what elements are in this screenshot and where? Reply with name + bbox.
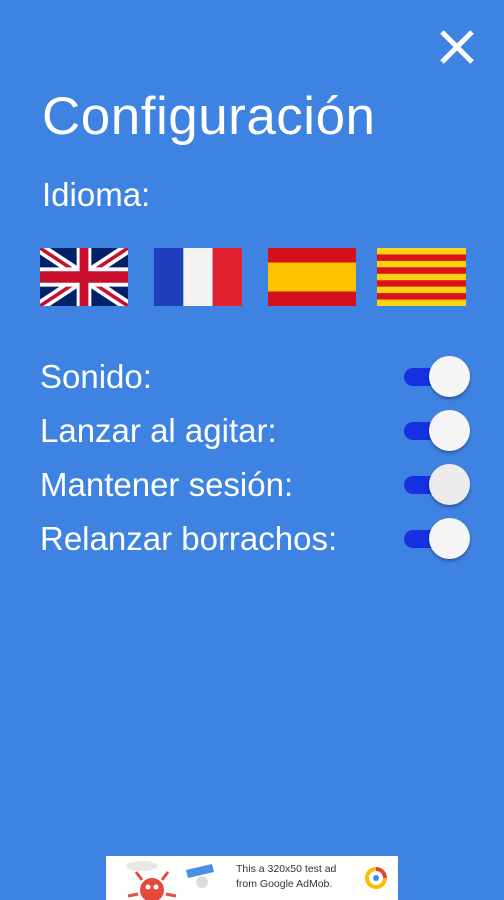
language-catalan-button[interactable] [377, 248, 466, 306]
ad-text: This a 320x50 test ad from Google AdMob. [236, 862, 356, 892]
france-flag-icon [154, 248, 242, 306]
catalonia-flag-icon [377, 248, 466, 306]
setting-label: Lanzar al agitar: [40, 412, 277, 449]
ad-illustration-icon [112, 856, 232, 900]
settings-list: Sonido: Lanzar al agitar: Mantener sesió… [40, 350, 470, 566]
setting-label: Mantener sesión: [40, 466, 294, 503]
ad-banner[interactable]: This a 320x50 test ad from Google AdMob. [106, 856, 398, 900]
spain-flag-icon [268, 248, 356, 306]
setting-keep-session: Mantener sesión: [40, 458, 470, 512]
toggle-knob [429, 410, 470, 451]
page-title: Configuración [42, 87, 376, 146]
ad-text-line: This a 320x50 test ad [236, 863, 337, 875]
keep-session-toggle[interactable] [404, 464, 470, 506]
admob-logo-icon [365, 867, 387, 889]
setting-label: Relanzar borrachos: [40, 520, 338, 557]
language-label: Idioma: [42, 176, 151, 213]
shake-launch-toggle[interactable] [404, 410, 470, 452]
ad-text-line: from Google AdMob. [236, 878, 333, 890]
language-french-button[interactable] [154, 248, 242, 306]
toggle-knob [429, 518, 470, 559]
close-button[interactable] [438, 28, 476, 66]
language-spanish-button[interactable] [268, 248, 356, 306]
close-icon [440, 30, 474, 64]
language-english-button[interactable] [40, 248, 128, 306]
relaunch-drunk-toggle[interactable] [404, 518, 470, 560]
setting-label: Sonido: [40, 358, 152, 395]
setting-shake-launch: Lanzar al agitar: [40, 404, 470, 458]
language-flags [40, 248, 466, 306]
setting-sound: Sonido: [40, 350, 470, 404]
sound-toggle[interactable] [404, 356, 470, 398]
setting-relaunch-drunk: Relanzar borrachos: [40, 512, 470, 566]
toggle-knob [429, 356, 470, 397]
toggle-knob [429, 464, 470, 505]
uk-flag-icon [40, 248, 128, 306]
